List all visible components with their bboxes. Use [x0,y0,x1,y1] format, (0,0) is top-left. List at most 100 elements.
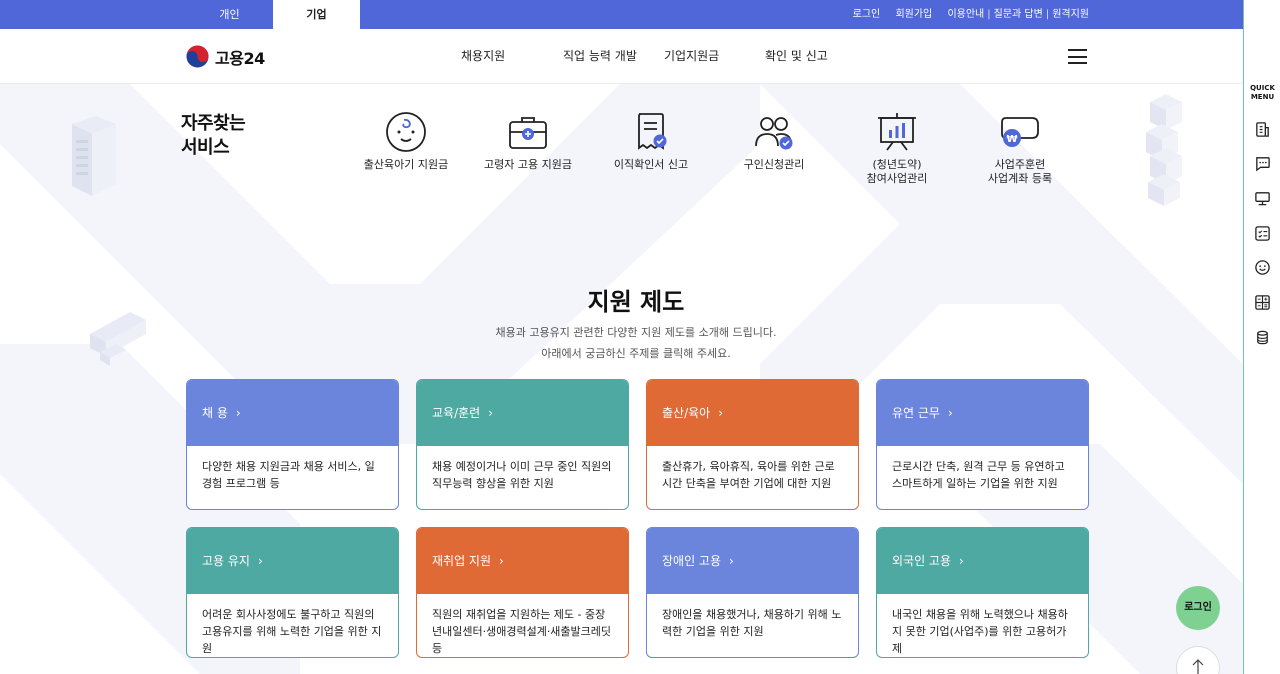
coin-stack-icon[interactable] [1254,329,1271,346]
presentation-chart-icon [878,113,916,151]
card-title: 교육/훈련 [432,406,481,420]
briefcase-plus-icon [509,117,547,149]
wallet-won-icon: ₩ [1001,117,1039,147]
card-title: 고용 유지 [202,554,250,568]
remote-support-link[interactable]: 원격지원 [1052,9,1089,20]
tab-corporate[interactable]: 기업 [273,0,360,29]
separator: | [987,9,991,20]
frequent-services-title: 자주찾는 서비스 [181,113,246,158]
chevron-right-icon: › [257,554,263,568]
card-description: 장애인을 채용했거나, 채용하기 위해 노력한 기업을 위한 지원 [662,608,842,638]
quick-menu: QUICK MENU [1243,0,1280,674]
chevron-right-icon: › [729,554,734,568]
service-label: 출산육아기 지원금 [363,158,449,171]
card-flexible-work[interactable]: 유연 근무 › 근로시간 단축, 원격 근무 등 유연하고 스마트하게 일하는 기… [876,379,1089,510]
cubes-illustration-right [1146,94,1182,206]
tab-personal[interactable]: 개인 [186,0,273,29]
card-title: 출산/육아 [662,406,711,420]
card-title: 재취업 지원 [432,554,492,568]
card-header: 재취업 지원 › [417,528,628,594]
guide-link[interactable]: 이용안내 [947,9,984,20]
utility-links: 로그인 회원가입 이용안내 | 질문과 답변 | 원격지원 [853,0,1089,29]
building-icon[interactable] [1254,121,1271,138]
chevron-right-icon: › [499,554,504,568]
chevron-right-icon: › [947,406,953,420]
page: 개인 기업 로그인 회원가입 이용안내 | 질문과 답변 | 원격지원 고용24 채용지… [0,0,1280,674]
nav-corporate-subsidy[interactable]: 기업지원금 [664,29,719,84]
card-title: 유연 근무 [892,406,940,420]
card-header: 유연 근무 › [877,380,1088,446]
service-label: 구인신청관리 [743,158,805,171]
card-description: 근로시간 단축, 원격 근무 등 유연하고 스마트하게 일하는 기업을 위한 지… [892,460,1065,490]
card-recruitment[interactable]: 채 용 › 다양한 채용 지원금과 채용 서비스, 일 경험 프로그램 등 [186,379,399,510]
baby-icon [386,112,426,152]
card-header: 외국인 고용 › [877,528,1088,594]
service-parental-subsidy[interactable]: 출산육아기 지원금 [346,110,466,172]
card-education-training[interactable]: 교육/훈련 › 채용 예정이거나 이미 근무 중인 직원의 직무능력 향상을 위한… [416,379,629,510]
nav-confirm-report[interactable]: 확인 및 신고 [765,29,828,84]
service-youth-program[interactable]: (청년도약) 참여사업관리 [837,110,957,186]
card-header: 교육/훈련 › [417,380,628,446]
document-check-icon [638,113,667,150]
service-label: 사업주훈련 사업계좌 등록 [987,158,1053,185]
service-label: 고령자 고용 지원금 [484,158,572,171]
support-section-title: 지원 제도 [587,288,685,316]
support-section-description: 아래에서 궁금하신 주제를 클릭해 주세요. [541,347,731,360]
logo-text: 고용24 [215,48,265,68]
qna-link[interactable]: 질문과 답변 [994,9,1043,20]
card-description: 다양한 채용 지원금과 채용 서비스, 일 경험 프로그램 등 [202,460,375,490]
site-logo[interactable]: 고용24 [186,44,265,69]
quick-menu-title-line: MENU [1250,93,1275,101]
taeguk-logo-icon [186,45,209,68]
arrow-up-icon [1192,659,1204,674]
card-title: 채 용 [202,406,228,420]
card-title: 외국인 고용 [892,554,952,568]
service-label: (청년도약) 참여사업관리 [866,158,928,185]
service-separation-report[interactable]: 이직확인서 신고 [591,110,711,172]
card-description: 어려운 회사사정에도 불구하고 직원의 고용유지를 위해 노력한 기업을 위한 … [202,608,382,655]
chevron-right-icon: › [959,554,964,568]
card-disabled-employment[interactable]: 장애인 고용 › 장애인을 채용했거나, 채용하기 위해 노력한 기업을 위한 지… [646,527,859,658]
card-header: 장애인 고용 › [647,528,858,594]
chevron-right-icon: › [718,406,724,420]
service-label: 이직확인서 신고 [613,158,689,171]
chevron-right-icon: › [488,406,494,420]
signup-link[interactable]: 회원가입 [895,9,932,20]
service-elderly-subsidy[interactable]: 고령자 고용 지원금 [468,110,588,172]
building-illustration-left [72,116,116,196]
chevron-right-icon: › [235,406,241,420]
card-description: 직원의 재취업을 지원하는 제도 - 중장년내일센터·생애경력설계·새출발크레딧… [432,608,612,655]
login-link[interactable]: 로그인 [853,9,881,20]
login-floating-button[interactable]: 로그인 [1176,586,1220,630]
support-section-description: 채용과 고용유지 관련한 다양한 지원 제도를 소개해 드립니다. [495,326,777,339]
service-training-account[interactable]: ₩ 사업주훈련 사업계좌 등록 [960,110,1080,186]
card-header: 고용 유지 › [187,528,398,594]
monitor-icon[interactable] [1254,190,1271,207]
card-description: 출산휴가, 육아휴직, 육아를 위한 근로시간 단축을 부여한 기업에 대한 지… [662,460,835,490]
service-job-posting-management[interactable]: 구인신청관리 [714,110,834,172]
nav-job-skills[interactable]: 직업 능력 개발 [563,29,637,84]
card-childbirth-parenting[interactable]: 출산/육아 › 출산휴가, 육아휴직, 육아를 위한 근로시간 단축을 부여한 기… [646,379,859,510]
checklist-icon[interactable] [1254,225,1271,242]
card-header: 출산/육아 › [647,380,858,446]
smile-icon[interactable] [1254,259,1271,276]
scroll-top-button[interactable] [1176,646,1220,674]
card-header: 채 용 › [187,380,398,446]
calculator-icon[interactable] [1254,294,1271,311]
menu-icon[interactable] [1068,49,1087,64]
quick-menu-title-line: QUICK [1250,84,1275,92]
nav-recruitment-support[interactable]: 채용지원 [461,29,505,84]
top-utility-bar: 개인 기업 로그인 회원가입 이용안내 | 질문과 답변 | 원격지원 [0,0,1243,29]
quick-menu-title: QUICK MENU [1244,84,1280,102]
card-foreigner-employment[interactable]: 외국인 고용 › 내국인 채용을 위해 노력했으나 채용하지 못한 기업(사업주)… [876,527,1089,658]
main-header: 고용24 채용지원 직업 능력 개발 기업지원금 확인 및 신고 [0,29,1243,84]
chat-bubble-icon[interactable] [1254,155,1271,172]
people-check-icon [755,117,793,150]
card-employment-retention[interactable]: 고용 유지 › 어려운 회사사정에도 불구하고 직원의 고용유지를 위해 노력한 … [186,527,399,658]
card-reemployment[interactable]: 재취업 지원 › 직원의 재취업을 지원하는 제도 - 중장년내일센터·생애경력설… [416,527,629,658]
svg-text:₩: ₩ [1006,134,1017,145]
card-description: 내국인 채용을 위해 노력했으나 채용하지 못한 기업(사업주)를 위한 고용허… [892,608,1068,655]
card-title: 장애인 고용 [662,554,722,568]
card-description: 채용 예정이거나 이미 근무 중인 직원의 직무능력 향상을 위한 지원 [432,460,612,490]
separator: | [1045,9,1050,20]
